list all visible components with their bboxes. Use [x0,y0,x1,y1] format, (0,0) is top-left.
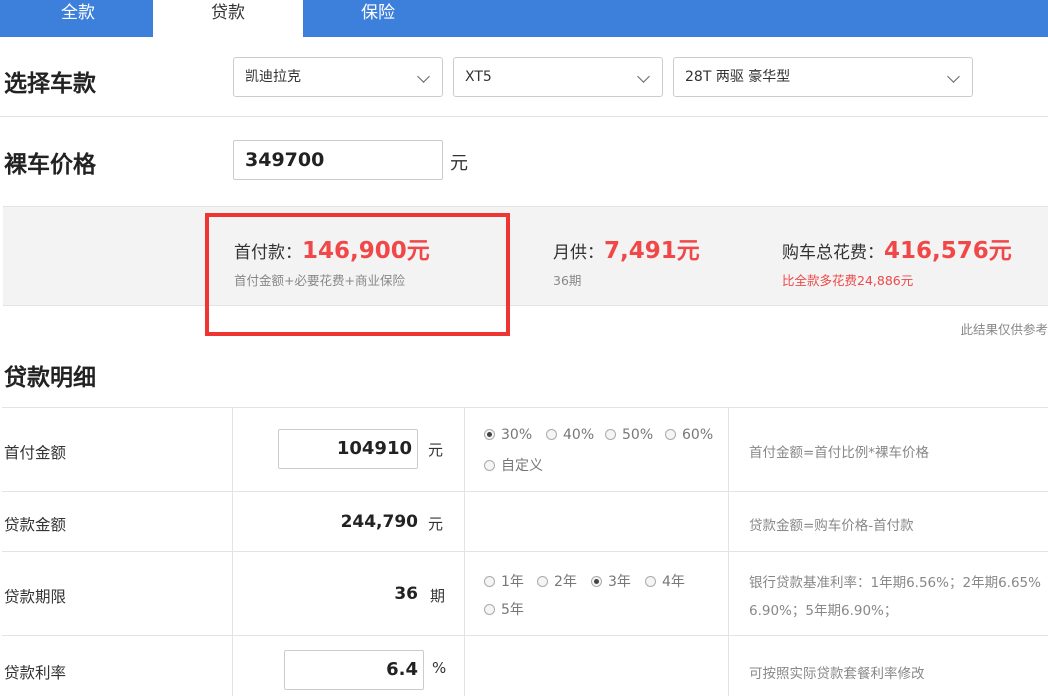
table-border [464,407,465,696]
radio-icon [546,429,557,440]
trim-select-value: 28T 两驱 豪华型 [685,69,791,85]
loan-detail-table: 首付金额 104910 元 30% 40% 50% 60% 自定义 首付金额=首… [2,407,1048,696]
total-cost-value: 416,576元 [884,238,1012,264]
loan-term-label: 贷款期限 [4,588,67,606]
loan-term-option[interactable]: 4年 [645,571,685,591]
monthly-payment-summary: 月供：7,491元 [553,231,700,265]
radio-icon [665,429,676,440]
brand-select[interactable]: 凯迪拉克 [233,57,443,97]
select-car-title: 选择车款 [4,71,96,97]
tab-insurance[interactable]: 保险 [303,0,453,37]
car-price-unit: 元 [450,153,468,174]
reference-note: 此结果仅供参考 [960,322,1048,337]
loan-rate-label: 贷款利率 [4,664,67,682]
radio-icon [484,604,495,615]
table-border [2,491,1048,492]
down-ratio-option[interactable]: 50% [605,427,653,443]
loan-amount-label: 贷款金额 [4,516,67,534]
loan-term-hint-line2: 6.90%；5年期6.90%； [749,603,898,619]
loan-amount-value: 244,790 [340,512,418,532]
monthly-payment-value: 7,491元 [604,238,700,264]
loan-term-hint-line1: 银行贷款基准利率：1年期6.56%；2年期6.65% [749,575,1041,591]
loan-rate-input[interactable]: 6.4 [284,650,424,690]
car-price-title: 裸车价格 [4,152,96,178]
car-price-input[interactable]: 349700 [233,140,443,180]
loan-term-option[interactable]: 5年 [484,599,524,619]
table-border [2,635,1048,636]
table-border [232,407,233,696]
radio-selected-icon [591,576,602,587]
loan-term-option[interactable]: 3年 [591,571,631,591]
down-payment-amount-input[interactable]: 104910 [278,429,418,469]
tab-loan[interactable]: 贷款 [153,0,303,37]
down-ratio-option[interactable]: 40% [546,427,594,443]
loan-rate-hint: 可按照实际贷款套餐利率修改 [749,666,925,682]
table-border [2,407,1048,408]
down-ratio-option[interactable]: 自定义 [484,455,543,475]
down-ratio-option[interactable]: 30% [484,427,532,443]
total-cost-summary: 购车总花费：416,576元 [782,231,1012,265]
loan-amount-hint: 贷款金额=购车价格-首付款 [749,518,914,534]
radio-icon [605,429,616,440]
radio-icon [645,576,656,587]
top-tab-bar: 全款 贷款 保险 [0,0,1048,37]
monthly-payment-term: 36期 [553,273,582,288]
loan-amount-unit: 元 [428,515,444,533]
highlight-box [205,213,510,336]
model-select-value: XT5 [465,69,492,85]
loan-detail-title: 贷款明细 [4,365,96,391]
divider [0,116,1048,117]
tab-full-payment[interactable]: 全款 [3,0,153,37]
monthly-payment-label: 月供： [553,243,604,263]
chevron-down-icon [417,70,430,83]
radio-icon [537,576,548,587]
radio-selected-icon [484,429,495,440]
down-payment-hint: 首付金额=首付比例*裸车价格 [749,445,930,461]
loan-term-unit: 期 [430,587,446,605]
trim-select[interactable]: 28T 两驱 豪华型 [673,57,973,97]
model-select[interactable]: XT5 [453,57,663,97]
table-border [728,407,729,696]
loan-term-option[interactable]: 2年 [537,571,577,591]
loan-rate-unit: % [432,659,447,677]
loan-term-option[interactable]: 1年 [484,571,524,591]
total-cost-difference: 比全款多花费24,886元 [782,273,914,288]
loan-term-value: 36 [394,584,418,604]
down-ratio-option[interactable]: 60% [665,427,713,443]
down-payment-amount-unit: 元 [428,441,444,459]
brand-select-value: 凯迪拉克 [245,69,301,85]
down-payment-amount-label: 首付金额 [4,444,67,462]
loan-summary-panel: 首付款：146,900元 首付金额+必要花费+商业保险 月供：7,491元 36… [3,206,1048,306]
radio-icon [484,576,495,587]
table-border [2,551,1048,552]
radio-icon [484,460,495,471]
chevron-down-icon [947,70,960,83]
total-cost-label: 购车总花费： [782,243,884,263]
chevron-down-icon [637,70,650,83]
